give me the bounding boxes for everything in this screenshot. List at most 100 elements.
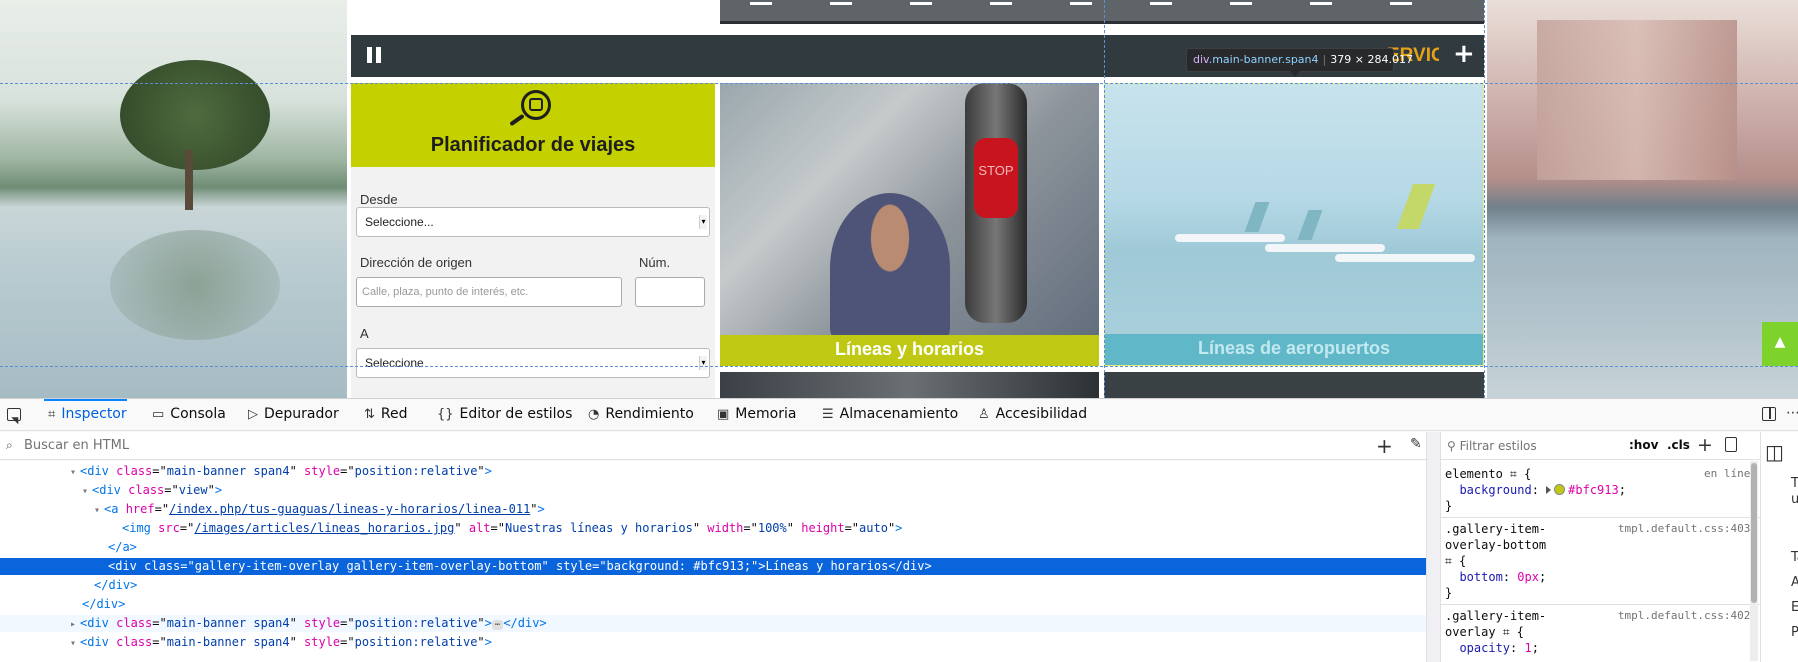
- number-label: Núm.: [639, 255, 671, 270]
- markup-node[interactable]: ▾ <div class="main-banner span4" style="p…: [0, 463, 1426, 480]
- markup-node[interactable]: </div>: [0, 577, 1426, 594]
- rule-overlay-bottom: .gallery-item-tmpl.default.css:4037: [1445, 521, 1757, 537]
- banner-tile-partial[interactable]: [720, 372, 1099, 398]
- inspector-icon: ⌗: [48, 407, 56, 422]
- storage-icon: ☰: [822, 407, 834, 422]
- chevron-up-icon: ▲: [1774, 334, 1786, 350]
- element-info-tooltip: div.main-banner.span4 | 379 × 284.017: [1186, 48, 1413, 77]
- number-input[interactable]: [635, 277, 705, 307]
- eyedropper-icon[interactable]: ✎: [1410, 436, 1422, 452]
- tree-trunk: [185, 150, 193, 210]
- performance-icon: ◔: [588, 407, 600, 422]
- tooltip-classes: .main-banner.span4: [1208, 53, 1319, 66]
- airport-lines-tile[interactable]: Líneas de aeropuertos: [1104, 83, 1484, 366]
- lines-and-schedules-overlay[interactable]: Líneas y horarios: [720, 335, 1099, 366]
- search-icon: ⌕: [6, 438, 13, 452]
- markup-node-collapsed[interactable]: ▸ <div class="main-banner span4" style="p…: [0, 615, 1426, 632]
- banner-tile-partial[interactable]: [1104, 372, 1484, 398]
- trip-planner-title: Planificador de viajes: [430, 134, 636, 156]
- trip-planner-panel: Planificador de viajes Desde Seleccione.…: [351, 83, 715, 398]
- tab-memory[interactable]: ▣ Memoria: [717, 399, 796, 431]
- style-editor-icon: {}: [437, 407, 454, 422]
- rule-source-link[interactable]: tmpl.default.css:4021: [1618, 608, 1757, 624]
- tab-style-editor[interactable]: {} Editor de estilos: [437, 399, 572, 431]
- rules-scrollbar[interactable]: [1750, 461, 1758, 661]
- markup-node[interactable]: </div>: [0, 596, 1426, 613]
- collapsed-ellipsis-icon[interactable]: ⋯: [491, 620, 504, 630]
- scroll-to-top-button[interactable]: ▲: [1762, 322, 1798, 366]
- memory-icon: ▣: [717, 407, 730, 422]
- background-photo-right: [1487, 0, 1798, 398]
- water-reflection: [110, 230, 280, 340]
- markup-node-selected[interactable]: <div class="gallery-item-overlay gallery…: [0, 558, 1426, 575]
- banner-road-image: [720, 0, 1484, 24]
- print-media-icon[interactable]: [1725, 437, 1737, 452]
- rule-declaration[interactable]: opacity: 1;: [1445, 640, 1539, 656]
- tab-inspector[interactable]: ⌗ Inspector: [44, 399, 127, 431]
- airport-lines-overlay[interactable]: Líneas de aeropuertos: [1105, 334, 1483, 365]
- tree-shape: [120, 60, 270, 170]
- desde-select-value: Seleccione...: [365, 215, 434, 229]
- tab-debugger[interactable]: ▷ Depurador: [248, 399, 339, 431]
- node-icon: ⌗: [1502, 625, 1510, 639]
- select-arrow-icon: ▾: [699, 215, 707, 229]
- console-icon: ▭: [152, 407, 165, 422]
- tooltip-dimensions: 379 × 284.017: [1330, 53, 1413, 66]
- origin-address-label: Dirección de origen: [360, 255, 473, 270]
- node-icon: ⌗: [1445, 554, 1452, 568]
- filter-styles-input[interactable]: ⚲ Filtrar estilos: [1447, 439, 1537, 453]
- destination-select-value: Seleccione: [365, 356, 424, 370]
- markup-node[interactable]: ▾ <div class="view">: [0, 482, 1426, 499]
- class-toggle[interactable]: .cls: [1667, 438, 1690, 452]
- desde-select[interactable]: Seleccione... ▾: [356, 207, 710, 237]
- hover-state-toggle[interactable]: :hov: [1629, 438, 1658, 452]
- lines-and-schedules-tile[interactable]: STOP Líneas y horarios: [720, 83, 1099, 366]
- debugger-icon: ▷: [248, 407, 258, 422]
- highlighter-guide: [1484, 0, 1485, 398]
- html-search-input[interactable]: Buscar en HTML: [24, 438, 129, 453]
- sidebar-toggle-icon[interactable]: ◫: [1765, 440, 1784, 464]
- accessibility-icon: ♙: [978, 407, 990, 422]
- desde-label: Desde: [360, 192, 398, 207]
- rule-declaration[interactable]: background: #bfc913;: [1445, 482, 1626, 498]
- devtools-tabbar: ⌗ Inspector ▭ Consola ▷ Depurador ⇅ Red {} Ed…: [0, 399, 1798, 431]
- destination-label: A: [360, 326, 369, 341]
- rule-declaration[interactable]: bottom: 0px;: [1445, 569, 1546, 585]
- rules-panel: ⚲ Filtrar estilos :hov .cls + elemento ⌗…: [1440, 432, 1760, 662]
- tab-storage[interactable]: ☰ Almacenamiento: [822, 399, 958, 431]
- tab-performance[interactable]: ◔ Rendimiento: [588, 399, 694, 431]
- rule-source-link[interactable]: tmpl.default.css:4037: [1618, 521, 1757, 537]
- origin-address-input[interactable]: Calle, plaza, punto de interés, etc.: [356, 277, 622, 307]
- rule-overlay: .gallery-item-tmpl.default.css:4021: [1445, 608, 1757, 624]
- markup-node[interactable]: <img src="/images/articles/lineas_horari…: [0, 520, 1426, 537]
- rule-element: elemento ⌗ {en línea: [1445, 467, 1757, 481]
- add-rule-icon[interactable]: +: [1697, 434, 1713, 456]
- background-photo-left: [0, 0, 347, 398]
- html-search-bar: ⌕ Buscar en HTML + ✎: [0, 432, 1440, 460]
- add-node-icon[interactable]: +: [1376, 434, 1393, 458]
- layout-sidebar: ◫ Ti ul Ta A Es Pr: [1760, 432, 1798, 662]
- markup-node[interactable]: </a>: [0, 539, 1426, 556]
- trip-planner-header: Planificador de viajes: [351, 83, 715, 167]
- destination-select[interactable]: Seleccione ▾: [356, 348, 710, 378]
- element-picker-icon[interactable]: [5, 406, 23, 424]
- dock-side-icon[interactable]: [1762, 407, 1776, 421]
- devtools-panel: ⌗ Inspector ▭ Consola ▷ Depurador ⇅ Red {} Ed…: [0, 398, 1798, 662]
- stop-button-image: STOP: [974, 138, 1018, 218]
- color-swatch[interactable]: [1554, 484, 1566, 495]
- pause-icon[interactable]: [367, 47, 383, 63]
- rules-toolbar: ⚲ Filtrar estilos :hov .cls +: [1441, 432, 1760, 460]
- expand-plus-icon[interactable]: +: [1453, 39, 1475, 69]
- select-arrow-icon: ▾: [699, 356, 707, 370]
- node-icon: ⌗: [1510, 467, 1517, 481]
- markup-node[interactable]: ▾ <a href="/index.php/tus-guaguas/lineas-…: [0, 501, 1426, 518]
- tab-console[interactable]: ▭ Consola: [152, 399, 226, 431]
- rule-selector-cont: overlay-bottom: [1445, 538, 1547, 552]
- more-options-icon[interactable]: ⋯: [1786, 405, 1798, 421]
- tab-accessibility[interactable]: ♙ Accesibilidad: [978, 399, 1087, 431]
- screen: ERVIC + Planificador de viajes Desde Sel…: [0, 0, 1798, 662]
- passenger-image: [830, 193, 950, 343]
- tab-network[interactable]: ⇅ Red: [364, 399, 408, 431]
- markup-node[interactable]: ▾ <div class="main-banner span4" style="p…: [0, 634, 1426, 651]
- panel-splitter[interactable]: [1426, 432, 1440, 662]
